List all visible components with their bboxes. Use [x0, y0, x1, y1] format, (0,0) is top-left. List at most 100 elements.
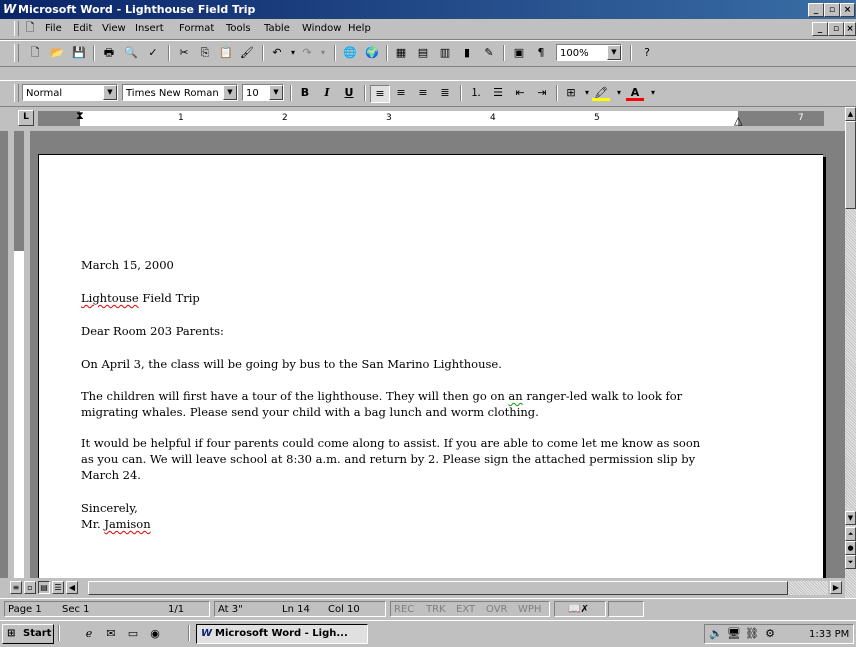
select-browse-object-button[interactable]: ●	[845, 541, 856, 555]
normal-view-button[interactable]: ≡	[10, 581, 22, 594]
font-color-dropdown-icon[interactable]: ▾	[644, 85, 662, 101]
scroll-left-button[interactable]: ◀	[66, 581, 78, 594]
align-center-icon[interactable]: ≡	[392, 85, 410, 101]
highlight-icon[interactable]: 🖍	[592, 85, 610, 101]
increase-indent-icon[interactable]: ⇥	[533, 85, 551, 101]
numbering-icon[interactable]: ⒈	[467, 85, 485, 101]
menu-format[interactable]: Format	[179, 23, 214, 34]
letter-greeting[interactable]: Dear Room 203 Parents:	[81, 323, 224, 339]
vertical-ruler[interactable]	[8, 131, 30, 578]
spelling-error-word[interactable]: Lightouse	[81, 291, 139, 305]
font-color-icon[interactable]: A	[626, 85, 644, 101]
menu-insert[interactable]: Insert	[135, 23, 164, 34]
bullets-icon[interactable]: ☰	[489, 85, 507, 101]
tab-selector-icon[interactable]: L	[18, 110, 34, 126]
chevron-down-icon[interactable]: ▼	[269, 85, 283, 100]
scroll-thumb[interactable]	[845, 121, 856, 209]
underline-button[interactable]: U	[340, 85, 358, 101]
letter-closing[interactable]: Sincerely,	[81, 500, 138, 516]
print-layout-view-button[interactable]: ▤	[38, 581, 50, 594]
network-icon[interactable]: ⛓	[743, 626, 761, 642]
restore-button[interactable]: ▫	[824, 3, 840, 17]
horizontal-scroll-track[interactable]	[88, 581, 828, 595]
paragraph-2-line-2[interactable]: migrating whales. Please send your child…	[81, 404, 539, 420]
scheduler-icon[interactable]: ⚙	[761, 626, 779, 642]
web-layout-view-button[interactable]: ▫	[24, 581, 36, 594]
doc-restore-button[interactable]: ▫	[828, 22, 844, 36]
show-hide-icon[interactable]: ¶	[532, 45, 550, 61]
right-indent-marker-icon[interactable]: △	[734, 114, 742, 127]
spelling-error-word[interactable]: Jamison	[104, 517, 150, 531]
insert-excel-icon[interactable]: ▥	[436, 45, 454, 61]
decrease-indent-icon[interactable]: ⇤	[511, 85, 529, 101]
previous-page-button[interactable]: ⏶	[845, 527, 856, 541]
help-icon[interactable]: ?	[638, 45, 656, 61]
status-ovr[interactable]: OVR	[486, 602, 507, 617]
drawing-icon[interactable]: ✎	[480, 45, 498, 61]
grammar-error-word[interactable]: an	[508, 389, 522, 403]
internet-explorer-icon[interactable]: ℯ	[80, 626, 98, 642]
doc-minimize-button[interactable]: _	[812, 22, 828, 36]
letter-signature[interactable]: Mr. Jamison	[81, 516, 151, 532]
insert-table-icon[interactable]: ▤	[414, 45, 432, 61]
start-button[interactable]: ⊞ Start	[2, 624, 54, 644]
new-icon[interactable]: 🗋	[26, 45, 44, 61]
menu-file[interactable]: File	[45, 23, 62, 34]
paste-icon[interactable]: 📋	[217, 45, 235, 61]
chevron-down-icon[interactable]: ▼	[103, 85, 117, 100]
print-icon[interactable]: 🖶	[100, 45, 118, 61]
cut-icon[interactable]: ✂	[175, 45, 193, 61]
status-wph[interactable]: WPH	[518, 602, 541, 617]
align-left-icon[interactable]: ≡	[370, 85, 390, 103]
paragraph-3-line-3[interactable]: March 24.	[81, 467, 141, 483]
spelling-status-icon[interactable]: 📖✗	[568, 602, 589, 617]
redo-dropdown-icon[interactable]: ▾	[314, 45, 332, 61]
zoom-select[interactable]: 100% ▼	[556, 44, 622, 61]
scroll-down-button[interactable]: ▼	[845, 511, 856, 525]
italic-button[interactable]: I	[318, 85, 336, 101]
format-painter-icon[interactable]: 🖌	[238, 45, 256, 61]
font-select[interactable]: Times New Roman ▼	[122, 84, 238, 101]
scroll-right-button[interactable]: ▶	[830, 581, 842, 594]
close-button[interactable]: ×	[840, 3, 855, 17]
bold-button[interactable]: B	[296, 85, 314, 101]
channels-icon[interactable]: ◉	[146, 626, 164, 642]
tables-borders-icon[interactable]: ▦	[392, 45, 410, 61]
menu-tools[interactable]: Tools	[226, 23, 251, 34]
align-right-icon[interactable]: ≡	[414, 85, 432, 101]
columns-icon[interactable]: ▮	[458, 45, 476, 61]
show-desktop-icon[interactable]: ▭	[124, 626, 142, 642]
minimize-button[interactable]: _	[808, 3, 824, 17]
document-page[interactable]: March 15, 2000 Lightouse Field Trip Dear…	[38, 154, 823, 595]
menu-view[interactable]: View	[102, 23, 126, 34]
paragraph-3-line-2[interactable]: as you can. We will leave school at 8:30…	[81, 451, 695, 467]
save-icon[interactable]: 💾	[70, 45, 88, 61]
print-preview-icon[interactable]: 🔍	[122, 45, 140, 61]
status-rec[interactable]: REC	[394, 602, 414, 617]
letter-date[interactable]: March 15, 2000	[81, 257, 174, 273]
paragraph-1[interactable]: On April 3, the class will be going by b…	[81, 356, 502, 372]
scroll-up-button[interactable]: ▲	[845, 107, 856, 121]
spelling-icon[interactable]: ✓	[144, 45, 162, 61]
doc-close-button[interactable]: ×	[844, 22, 856, 36]
menu-edit[interactable]: Edit	[73, 23, 92, 34]
outline-view-button[interactable]: ☰	[52, 581, 64, 594]
style-select[interactable]: Normal ▼	[22, 84, 118, 101]
open-icon[interactable]: 📂	[48, 45, 66, 61]
letter-subject[interactable]: Lightouse Field Trip	[81, 290, 200, 306]
paragraph-2-line-1[interactable]: The children will first have a tour of t…	[81, 388, 682, 404]
toolbar-grip[interactable]	[14, 84, 19, 102]
toolbar-grip[interactable]	[14, 44, 19, 62]
vertical-scrollbar[interactable]: ▲ ▼ ⏶ ● ⏷	[845, 107, 856, 598]
menu-table[interactable]: Table	[264, 23, 290, 34]
document-area[interactable]: March 15, 2000 Lightouse Field Trip Dear…	[0, 131, 845, 595]
status-ext[interactable]: EXT	[456, 602, 475, 617]
taskbar-word-button[interactable]: W Microsoft Word - Ligh...	[196, 624, 368, 644]
word-app-icon[interactable]: W	[3, 2, 16, 16]
justify-icon[interactable]: ≣	[436, 85, 454, 101]
status-trk[interactable]: TRK	[426, 602, 446, 617]
document-map-icon[interactable]: ▣	[510, 45, 528, 61]
web-toolbar-icon[interactable]: 🌍	[363, 45, 381, 61]
hyperlink-icon[interactable]: 🌐	[341, 45, 359, 61]
menu-help[interactable]: Help	[348, 23, 371, 34]
